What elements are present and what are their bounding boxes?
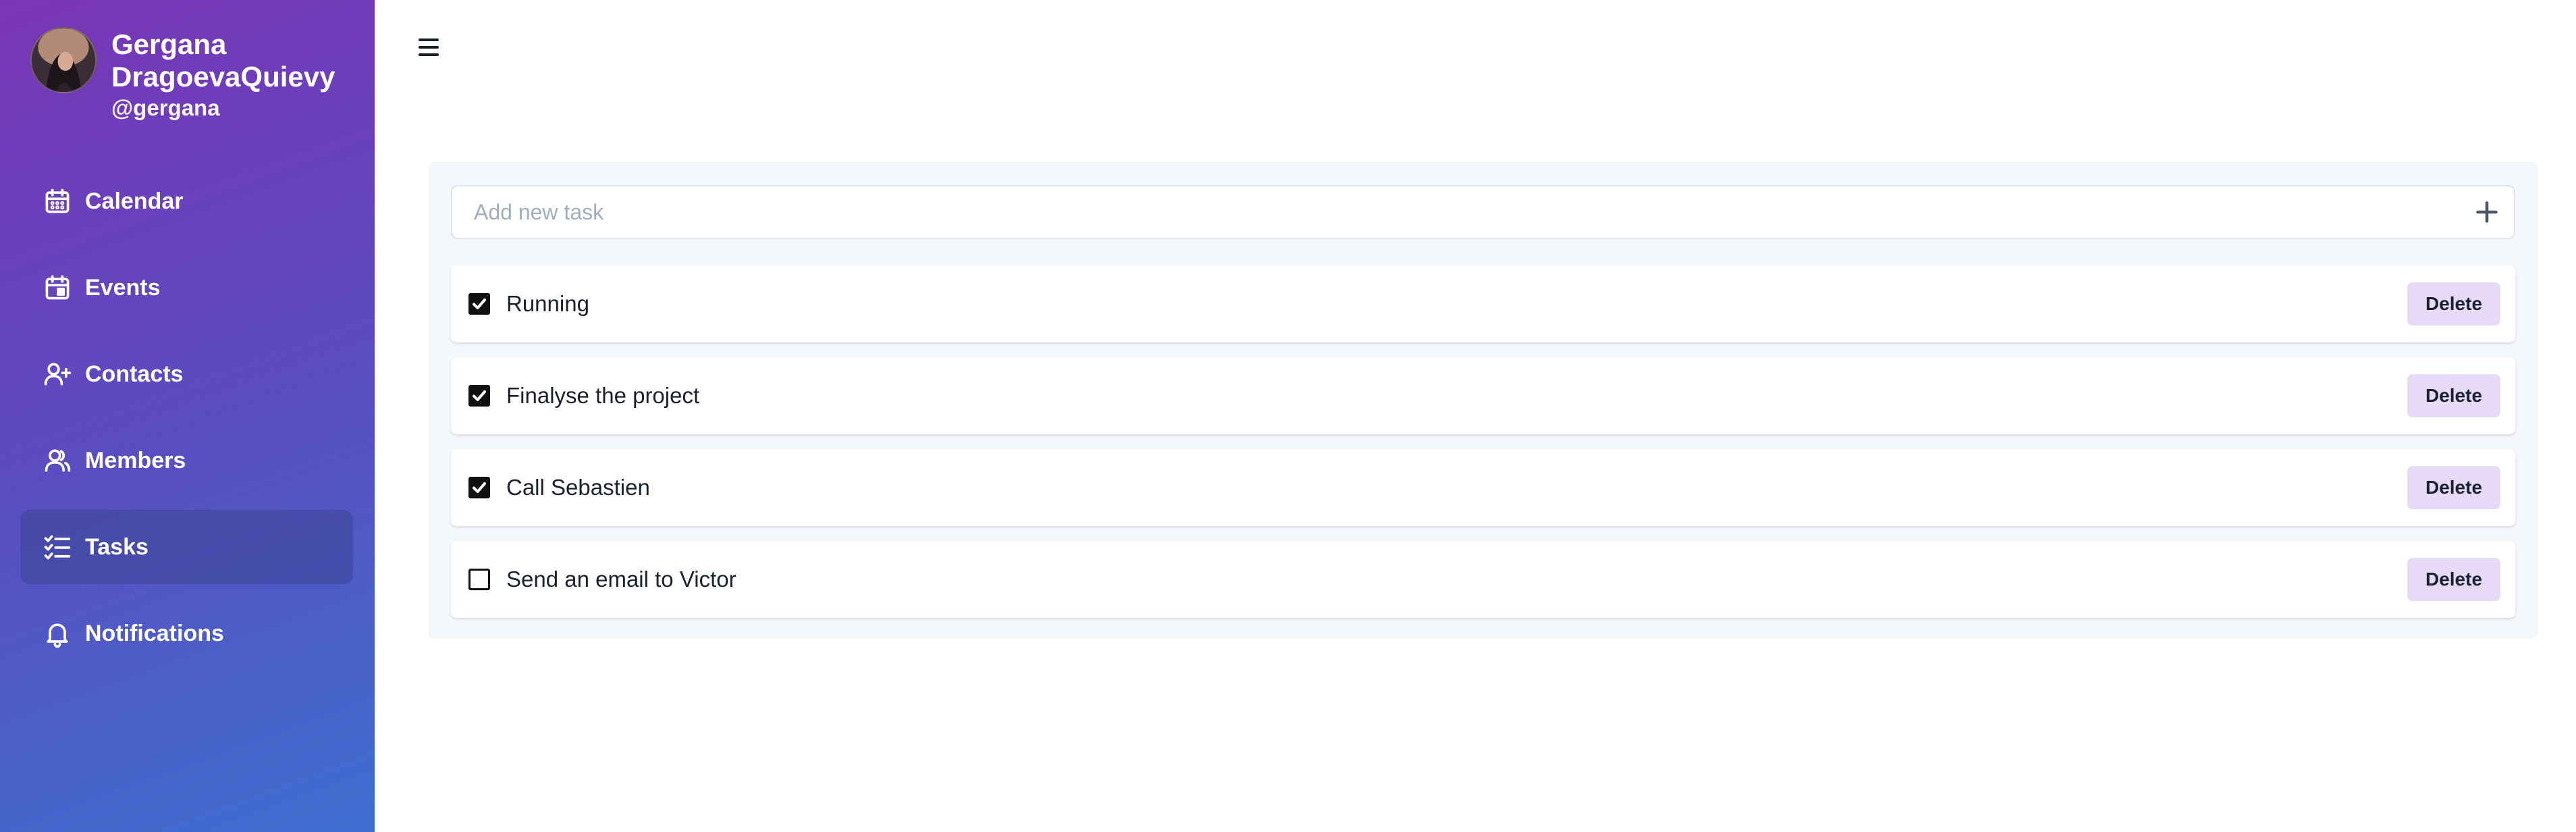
menu-toggle-button[interactable] — [419, 34, 450, 61]
profile-text: Gergana DragoevaQuievy @gergana — [111, 28, 336, 123]
user-name: Gergana DragoevaQuievy — [111, 28, 336, 93]
sidebar-item-calendar[interactable]: Calendar — [20, 164, 353, 238]
calendar-icon — [43, 186, 72, 216]
task-label: Send an email to Victor — [506, 567, 736, 592]
sidebar-item-label: Tasks — [85, 534, 149, 560]
task-item: Send an email to Victor Delete — [451, 541, 2515, 618]
add-task-button[interactable] — [2460, 186, 2514, 238]
sidebar-item-label: Notifications — [85, 620, 224, 646]
sidebar-item-events[interactable]: Events — [20, 251, 353, 325]
add-task-input[interactable] — [452, 186, 2460, 238]
app-root: Gergana DragoevaQuievy @gergana Calendar… — [0, 0, 2576, 832]
task-checkbox[interactable] — [468, 293, 490, 315]
hamburger-bar — [419, 53, 439, 56]
task-checkbox[interactable] — [468, 385, 490, 407]
hamburger-bar — [419, 38, 439, 41]
delete-task-button[interactable]: Delete — [2407, 466, 2500, 509]
task-checkbox[interactable] — [468, 569, 490, 590]
delete-task-button[interactable]: Delete — [2407, 374, 2500, 417]
sidebar-item-label: Members — [85, 447, 186, 473]
tasks-icon — [43, 532, 72, 562]
user-handle: @gergana — [111, 95, 220, 120]
task-item: Running Delete — [451, 265, 2515, 342]
sidebar-item-label: Events — [85, 274, 161, 301]
task-checkbox[interactable] — [468, 477, 490, 498]
plus-icon — [2476, 201, 2498, 223]
sidebar-item-tasks[interactable]: Tasks — [20, 510, 353, 584]
task-item: Finalyse the project Delete — [451, 357, 2515, 434]
sidebar-item-contacts[interactable]: Contacts — [20, 337, 353, 411]
users-icon — [43, 446, 72, 475]
sidebar-item-label: Calendar — [85, 188, 184, 214]
checkmark-icon — [473, 390, 486, 401]
sidebar-nav: Calendar Events Contacts Members Tasks N… — [20, 164, 353, 683]
task-label: Running — [506, 291, 589, 316]
avatar[interactable] — [30, 27, 97, 93]
hamburger-bar — [419, 46, 439, 49]
task-item: Call Sebastien Delete — [451, 449, 2515, 526]
checkmark-icon — [473, 482, 486, 493]
sidebar-item-members[interactable]: Members — [20, 423, 353, 498]
task-label: Finalyse the project — [506, 383, 700, 408]
event-icon — [43, 273, 72, 303]
sidebar-item-notifications[interactable]: Notifications — [20, 596, 353, 671]
add-task-row — [451, 185, 2515, 239]
delete-task-button[interactable]: Delete — [2407, 558, 2500, 601]
task-label: Call Sebastien — [506, 475, 650, 500]
bell-icon — [43, 619, 72, 648]
sidebar-item-label: Contacts — [85, 361, 184, 387]
delete-task-button[interactable]: Delete — [2407, 282, 2500, 326]
user-profile: Gergana DragoevaQuievy @gergana — [30, 27, 336, 123]
sidebar: Gergana DragoevaQuievy @gergana Calendar… — [0, 0, 375, 832]
user-plus-icon — [43, 359, 72, 389]
tasks-panel: Running Delete Finalyse the project Dele… — [428, 162, 2538, 639]
checkmark-icon — [473, 298, 486, 309]
